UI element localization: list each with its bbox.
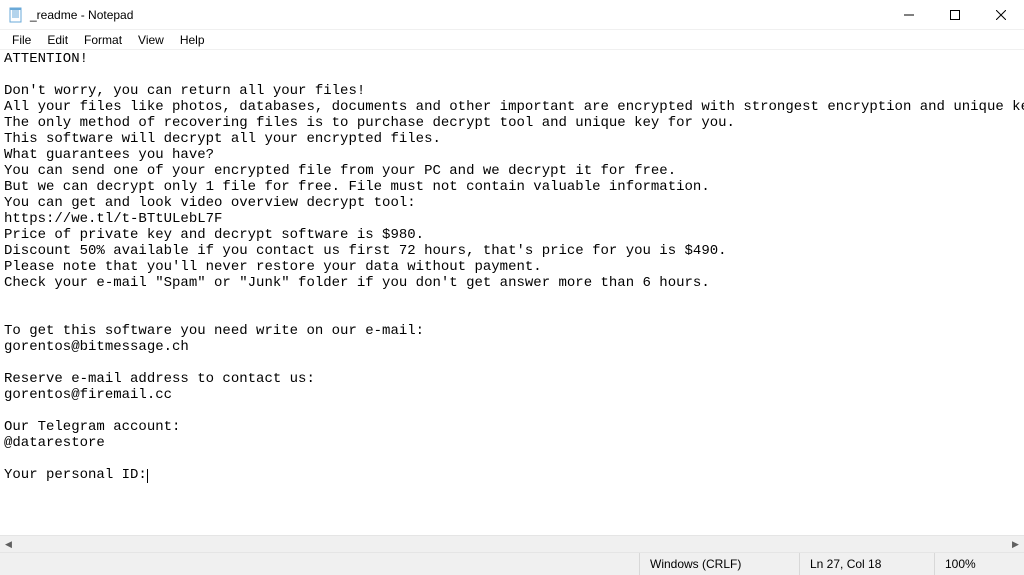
text-line: Our Telegram account: [4, 419, 1020, 435]
horizontal-scrollbar[interactable]: ◀ ▶ [0, 535, 1024, 552]
text-line: This software will decrypt all your encr… [4, 131, 1020, 147]
close-button[interactable] [978, 0, 1024, 30]
menu-view[interactable]: View [130, 31, 172, 49]
maximize-icon [950, 10, 960, 20]
text-line: What guarantees you have? [4, 147, 1020, 163]
text-line: But we can decrypt only 1 file for free.… [4, 179, 1020, 195]
status-encoding: Windows (CRLF) [639, 553, 799, 575]
text-line: All your files like photos, databases, d… [4, 99, 1020, 115]
titlebar: _readme - Notepad [0, 0, 1024, 30]
text-line: gorentos@firemail.cc [4, 387, 1020, 403]
close-icon [996, 10, 1006, 20]
text-line [4, 291, 1020, 307]
text-line: @datarestore [4, 435, 1020, 451]
text-line: Your personal ID: [4, 467, 1020, 483]
text-line: Check your e-mail "Spam" or "Junk" folde… [4, 275, 1020, 291]
text-line: You can send one of your encrypted file … [4, 163, 1020, 179]
text-line [4, 403, 1020, 419]
text-caret [147, 469, 148, 483]
text-line: You can get and look video overview decr… [4, 195, 1020, 211]
scroll-track[interactable] [17, 536, 1007, 553]
maximize-button[interactable] [932, 0, 978, 30]
statusbar: Windows (CRLF) Ln 27, Col 18 100% [0, 552, 1024, 575]
scroll-left-icon[interactable]: ◀ [0, 536, 17, 553]
menubar: File Edit Format View Help [0, 30, 1024, 50]
text-line: To get this software you need write on o… [4, 323, 1020, 339]
minimize-button[interactable] [886, 0, 932, 30]
text-area[interactable]: ATTENTION! Don't worry, you can return al… [0, 50, 1024, 535]
text-line: Discount 50% available if you contact us… [4, 243, 1020, 259]
text-line: ATTENTION! [4, 51, 1020, 67]
text-line [4, 67, 1020, 83]
status-position: Ln 27, Col 18 [799, 553, 934, 575]
text-line: Don't worry, you can return all your fil… [4, 83, 1020, 99]
menu-edit[interactable]: Edit [39, 31, 76, 49]
menu-file[interactable]: File [4, 31, 39, 49]
text-line: Reserve e-mail address to contact us: [4, 371, 1020, 387]
menu-help[interactable]: Help [172, 31, 213, 49]
status-zoom: 100% [934, 553, 1024, 575]
text-line: Please note that you'll never restore yo… [4, 259, 1020, 275]
status-spacer [0, 553, 639, 575]
window-title: _readme - Notepad [30, 8, 133, 22]
minimize-icon [904, 10, 914, 20]
scroll-right-icon[interactable]: ▶ [1007, 536, 1024, 553]
notepad-app-icon [8, 7, 24, 23]
text-line [4, 355, 1020, 371]
notepad-window: _readme - Notepad File Edit Format View … [0, 0, 1024, 575]
menu-format[interactable]: Format [76, 31, 130, 49]
text-line: The only method of recovering files is t… [4, 115, 1020, 131]
text-line [4, 451, 1020, 467]
text-line: gorentos@bitmessage.ch [4, 339, 1020, 355]
text-line: https://we.tl/t-BTtULebL7F [4, 211, 1020, 227]
text-line [4, 307, 1020, 323]
text-line: Price of private key and decrypt softwar… [4, 227, 1020, 243]
